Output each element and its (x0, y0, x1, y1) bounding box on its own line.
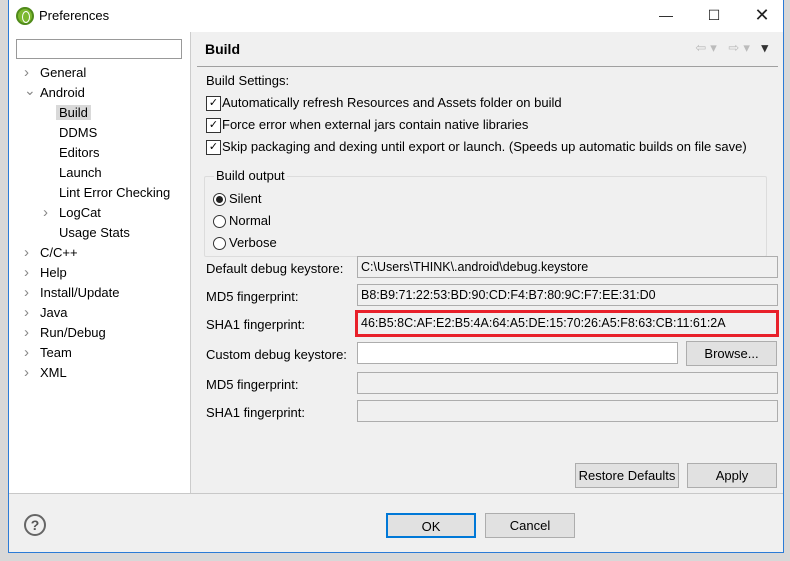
build-settings-label: Build Settings: (206, 73, 290, 88)
chevron-down-icon[interactable]: ⌄ (24, 81, 36, 99)
filter-input[interactable] (16, 39, 182, 59)
silent-radio[interactable]: Silent (213, 191, 262, 206)
preferences-tree-panel: › General ⌄ Android Build DDMS Editors Launch Li… (9, 32, 191, 493)
preferences-dialog: Preferences — ☐ ✕ › General ⌄ Android Build D… (8, 0, 784, 553)
chevron-right-icon[interactable]: › (24, 344, 29, 362)
chevron-right-icon[interactable]: › (24, 284, 29, 302)
custom-sha1-label: SHA1 fingerprint: (206, 405, 305, 420)
forward-dropdown-icon[interactable]: ▾ (743, 40, 754, 55)
default-keystore-label: Default debug keystore: (206, 261, 344, 276)
tree-item-label: Usage Stats (59, 225, 130, 240)
tree-item-label: Build (56, 105, 91, 120)
tree-item-label: C/C++ (40, 245, 78, 260)
chevron-right-icon[interactable]: › (24, 324, 29, 342)
tree-item-label: Lint Error Checking (59, 185, 171, 200)
chevron-right-icon[interactable]: › (43, 204, 48, 222)
tree-item-label: Run/Debug (40, 325, 106, 340)
page-title: Build (205, 41, 240, 57)
tree-item-label: LogCat (59, 205, 101, 220)
title-bar: Preferences — ☐ ✕ (9, 0, 783, 32)
tree-item-help[interactable]: › Help (24, 264, 67, 282)
cancel-button[interactable]: Cancel (485, 513, 575, 538)
minimize-button[interactable]: — (649, 4, 683, 28)
custom-sha1-field[interactable] (357, 400, 778, 422)
custom-md5-field[interactable] (357, 372, 778, 394)
dialog-footer: ? OK Cancel (9, 493, 783, 553)
verbose-radio[interactable]: Verbose (213, 235, 277, 250)
normal-radio[interactable]: Normal (213, 213, 271, 228)
tree-item-install-update[interactable]: › Install/Update (24, 284, 120, 302)
tree-item-java[interactable]: › Java (24, 304, 68, 322)
tree-item-build[interactable]: Build (56, 104, 91, 122)
custom-keystore-label: Custom debug keystore: (206, 347, 347, 362)
force-error-checkbox[interactable]: Force error when external jars contain n… (206, 117, 528, 133)
sha1-fingerprint-label: SHA1 fingerprint: (206, 317, 305, 332)
tree-item-launch[interactable]: Launch (59, 164, 102, 182)
tree-item-label: Team (40, 345, 72, 360)
help-icon[interactable]: ? (24, 514, 46, 536)
tree-item-label: Editors (59, 145, 100, 160)
tree-item-label: XML (40, 365, 67, 380)
back-arrow-icon[interactable]: ⇦ (695, 40, 710, 55)
build-output-label: Build output (214, 168, 287, 183)
skip-packaging-checkbox[interactable]: Skip packaging and dexing until export o… (206, 139, 747, 155)
tree-item-ddms[interactable]: DDMS (59, 124, 97, 142)
apply-button[interactable]: Apply (687, 463, 777, 488)
back-dropdown-icon[interactable]: ▾ (710, 40, 721, 55)
chevron-right-icon[interactable]: › (24, 304, 29, 322)
build-output-group: Build output Silent Normal Verbose (204, 168, 767, 257)
close-button[interactable]: ✕ (745, 4, 779, 28)
tree-item-team[interactable]: › Team (24, 344, 72, 362)
tree-item-label: Install/Update (40, 285, 120, 300)
tree-item-xml[interactable]: › XML (24, 364, 67, 382)
tree-item-label: Help (40, 265, 67, 280)
header-divider (197, 66, 778, 67)
chevron-right-icon[interactable]: › (24, 64, 29, 82)
custom-keystore-input[interactable] (357, 342, 678, 364)
auto-refresh-checkbox[interactable]: Automatically refresh Resources and Asse… (206, 95, 562, 111)
md5-fingerprint-field[interactable]: B8:B9:71:22:53:BD:90:CD:F4:B7:80:9C:F7:E… (357, 284, 778, 306)
restore-defaults-button[interactable]: Restore Defaults (575, 463, 679, 488)
maximize-button[interactable]: ☐ (697, 4, 731, 28)
md5-fingerprint-label: MD5 fingerprint: (206, 289, 299, 304)
sha1-fingerprint-field[interactable]: 46:B5:8C:AF:E2:B5:4A:64:A5:DE:15:70:26:A… (355, 310, 779, 337)
browse-button[interactable]: Browse... (686, 341, 777, 366)
tree-item-label: General (40, 65, 87, 80)
eclipse-adt-icon (16, 7, 34, 25)
tree-item-lint-error-checking[interactable]: Lint Error Checking (59, 184, 170, 202)
build-page: Build ⇦▾ ⇨▾ ▾ Build Settings: Automatica… (192, 32, 784, 493)
tree-item-label: Java (40, 305, 68, 320)
ok-button[interactable]: OK (386, 513, 476, 538)
window-title: Preferences (39, 8, 110, 23)
tree-item-run-debug[interactable]: › Run/Debug (24, 324, 106, 342)
tree-item-logcat[interactable]: › LogCat (43, 204, 101, 222)
chevron-right-icon[interactable]: › (24, 364, 29, 382)
page-navigation: ⇦▾ ⇨▾ ▾ (695, 40, 772, 56)
tree-item-c-c-[interactable]: › C/C++ (24, 244, 78, 262)
view-menu-icon[interactable]: ▾ (761, 40, 772, 55)
custom-md5-label: MD5 fingerprint: (206, 377, 299, 392)
tree-item-usage-stats[interactable]: Usage Stats (59, 224, 130, 242)
tree-item-editors[interactable]: Editors (59, 144, 99, 162)
chevron-right-icon[interactable]: › (24, 264, 29, 282)
tree-item-label: Android (40, 85, 85, 100)
tree-item-label: Launch (59, 165, 102, 180)
tree-item-general[interactable]: › General (24, 64, 87, 82)
forward-arrow-icon[interactable]: ⇨ (728, 40, 743, 55)
tree-item-android[interactable]: ⌄ Android (24, 82, 85, 102)
tree-item-label: DDMS (59, 125, 98, 140)
default-keystore-field[interactable]: C:\Users\THINK\.android\debug.keystore (357, 256, 778, 278)
chevron-right-icon[interactable]: › (24, 244, 29, 262)
